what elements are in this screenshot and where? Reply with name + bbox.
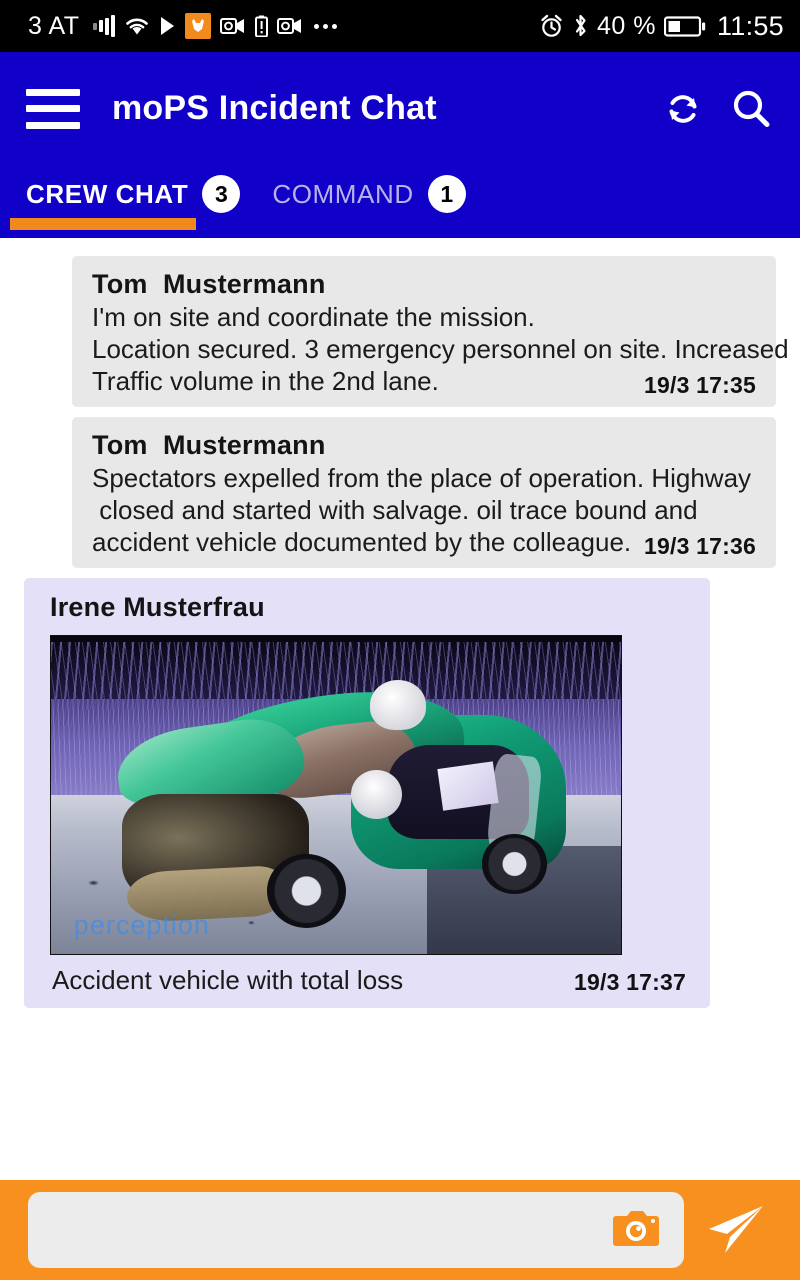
chat-screen: 3 AT 40 % 11:55 moPS Incident Chat CREW … — [0, 0, 800, 1280]
message-timestamp: 19/3 17:37 — [574, 968, 686, 995]
battery-alert-icon — [254, 15, 268, 37]
message-line: Location secured. 3 emergency personnel … — [92, 333, 789, 364]
tab-crew-chat-badge: 3 — [202, 175, 241, 213]
tab-command[interactable]: COMMAND 1 — [256, 165, 481, 223]
status-bar-left: 3 AT — [28, 12, 337, 41]
message-timestamp: 19/3 17:35 — [644, 371, 756, 398]
image-caption: Accident vehicle with total loss — [52, 964, 404, 995]
status-time-label: 11:55 — [716, 10, 784, 41]
status-bar-right: 40 % 11:55 — [539, 11, 784, 42]
image-caption-row: Accident vehicle with total loss 19/3 17… — [50, 965, 688, 996]
message-list[interactable]: Tom Mustermann I'm on site and coordinat… — [0, 238, 800, 1180]
message-sender: Tom Mustermann — [92, 429, 326, 460]
hamburger-menu-icon[interactable] — [26, 88, 80, 129]
bluetooth-icon — [572, 13, 589, 39]
message-line: Spectators expelled from the place of op… — [92, 462, 752, 493]
refresh-icon[interactable] — [660, 86, 706, 132]
app-bar: moPS Incident Chat — [0, 52, 800, 165]
battery-icon — [663, 15, 706, 38]
message-sender: Tom Mustermann — [92, 269, 326, 299]
message-input[interactable] — [46, 1192, 610, 1268]
message-bubble-image[interactable]: Irene Musterfrau perception Accident veh… — [24, 577, 710, 1008]
tab-crew-chat-label: CREW CHAT — [26, 178, 189, 209]
status-bar: 3 AT 40 % 11:55 — [0, 0, 800, 52]
app-bar-actions — [660, 86, 774, 132]
tab-command-badge: 1 — [427, 175, 466, 213]
message-line: closed and started with salvage. oil tra… — [92, 494, 698, 525]
message-timestamp: 19/3 17:36 — [644, 532, 756, 559]
message-sender: Irene Musterfrau — [50, 591, 265, 622]
app-orange-icon — [184, 13, 211, 39]
page-title: moPS Incident Chat — [112, 89, 437, 127]
outlook-video-icon-2 — [276, 16, 303, 36]
more-dots-icon — [313, 23, 337, 29]
message-composer — [0, 1180, 800, 1280]
send-button[interactable] — [698, 1192, 772, 1268]
outlook-video-icon — [219, 16, 246, 36]
wrecked-car-graphic — [108, 680, 575, 929]
tab-bar: CREW CHAT 3 COMMAND 1 — [0, 165, 800, 238]
message-image[interactable]: perception — [50, 634, 622, 955]
active-tab-indicator — [10, 218, 196, 230]
search-icon[interactable] — [728, 86, 774, 132]
camera-icon[interactable] — [610, 1208, 662, 1252]
battery-percent-label: 40 % — [596, 11, 656, 40]
signal-bars-icon — [92, 15, 115, 37]
alarm-clock-icon — [539, 14, 564, 39]
composer-field[interactable] — [28, 1192, 684, 1268]
tab-crew-chat[interactable]: CREW CHAT 3 — [10, 165, 256, 223]
play-icon — [159, 16, 176, 36]
message-bubble[interactable]: Tom Mustermann I'm on site and coordinat… — [72, 256, 789, 407]
message-line: I'm on site and coordinate the mission. — [92, 302, 535, 332]
tab-command-label: COMMAND — [272, 178, 414, 209]
message-bubble[interactable]: Tom Mustermann Spectators expelled from … — [72, 416, 776, 568]
wifi-icon — [124, 15, 150, 37]
carrier-label: 3 AT — [28, 11, 80, 40]
